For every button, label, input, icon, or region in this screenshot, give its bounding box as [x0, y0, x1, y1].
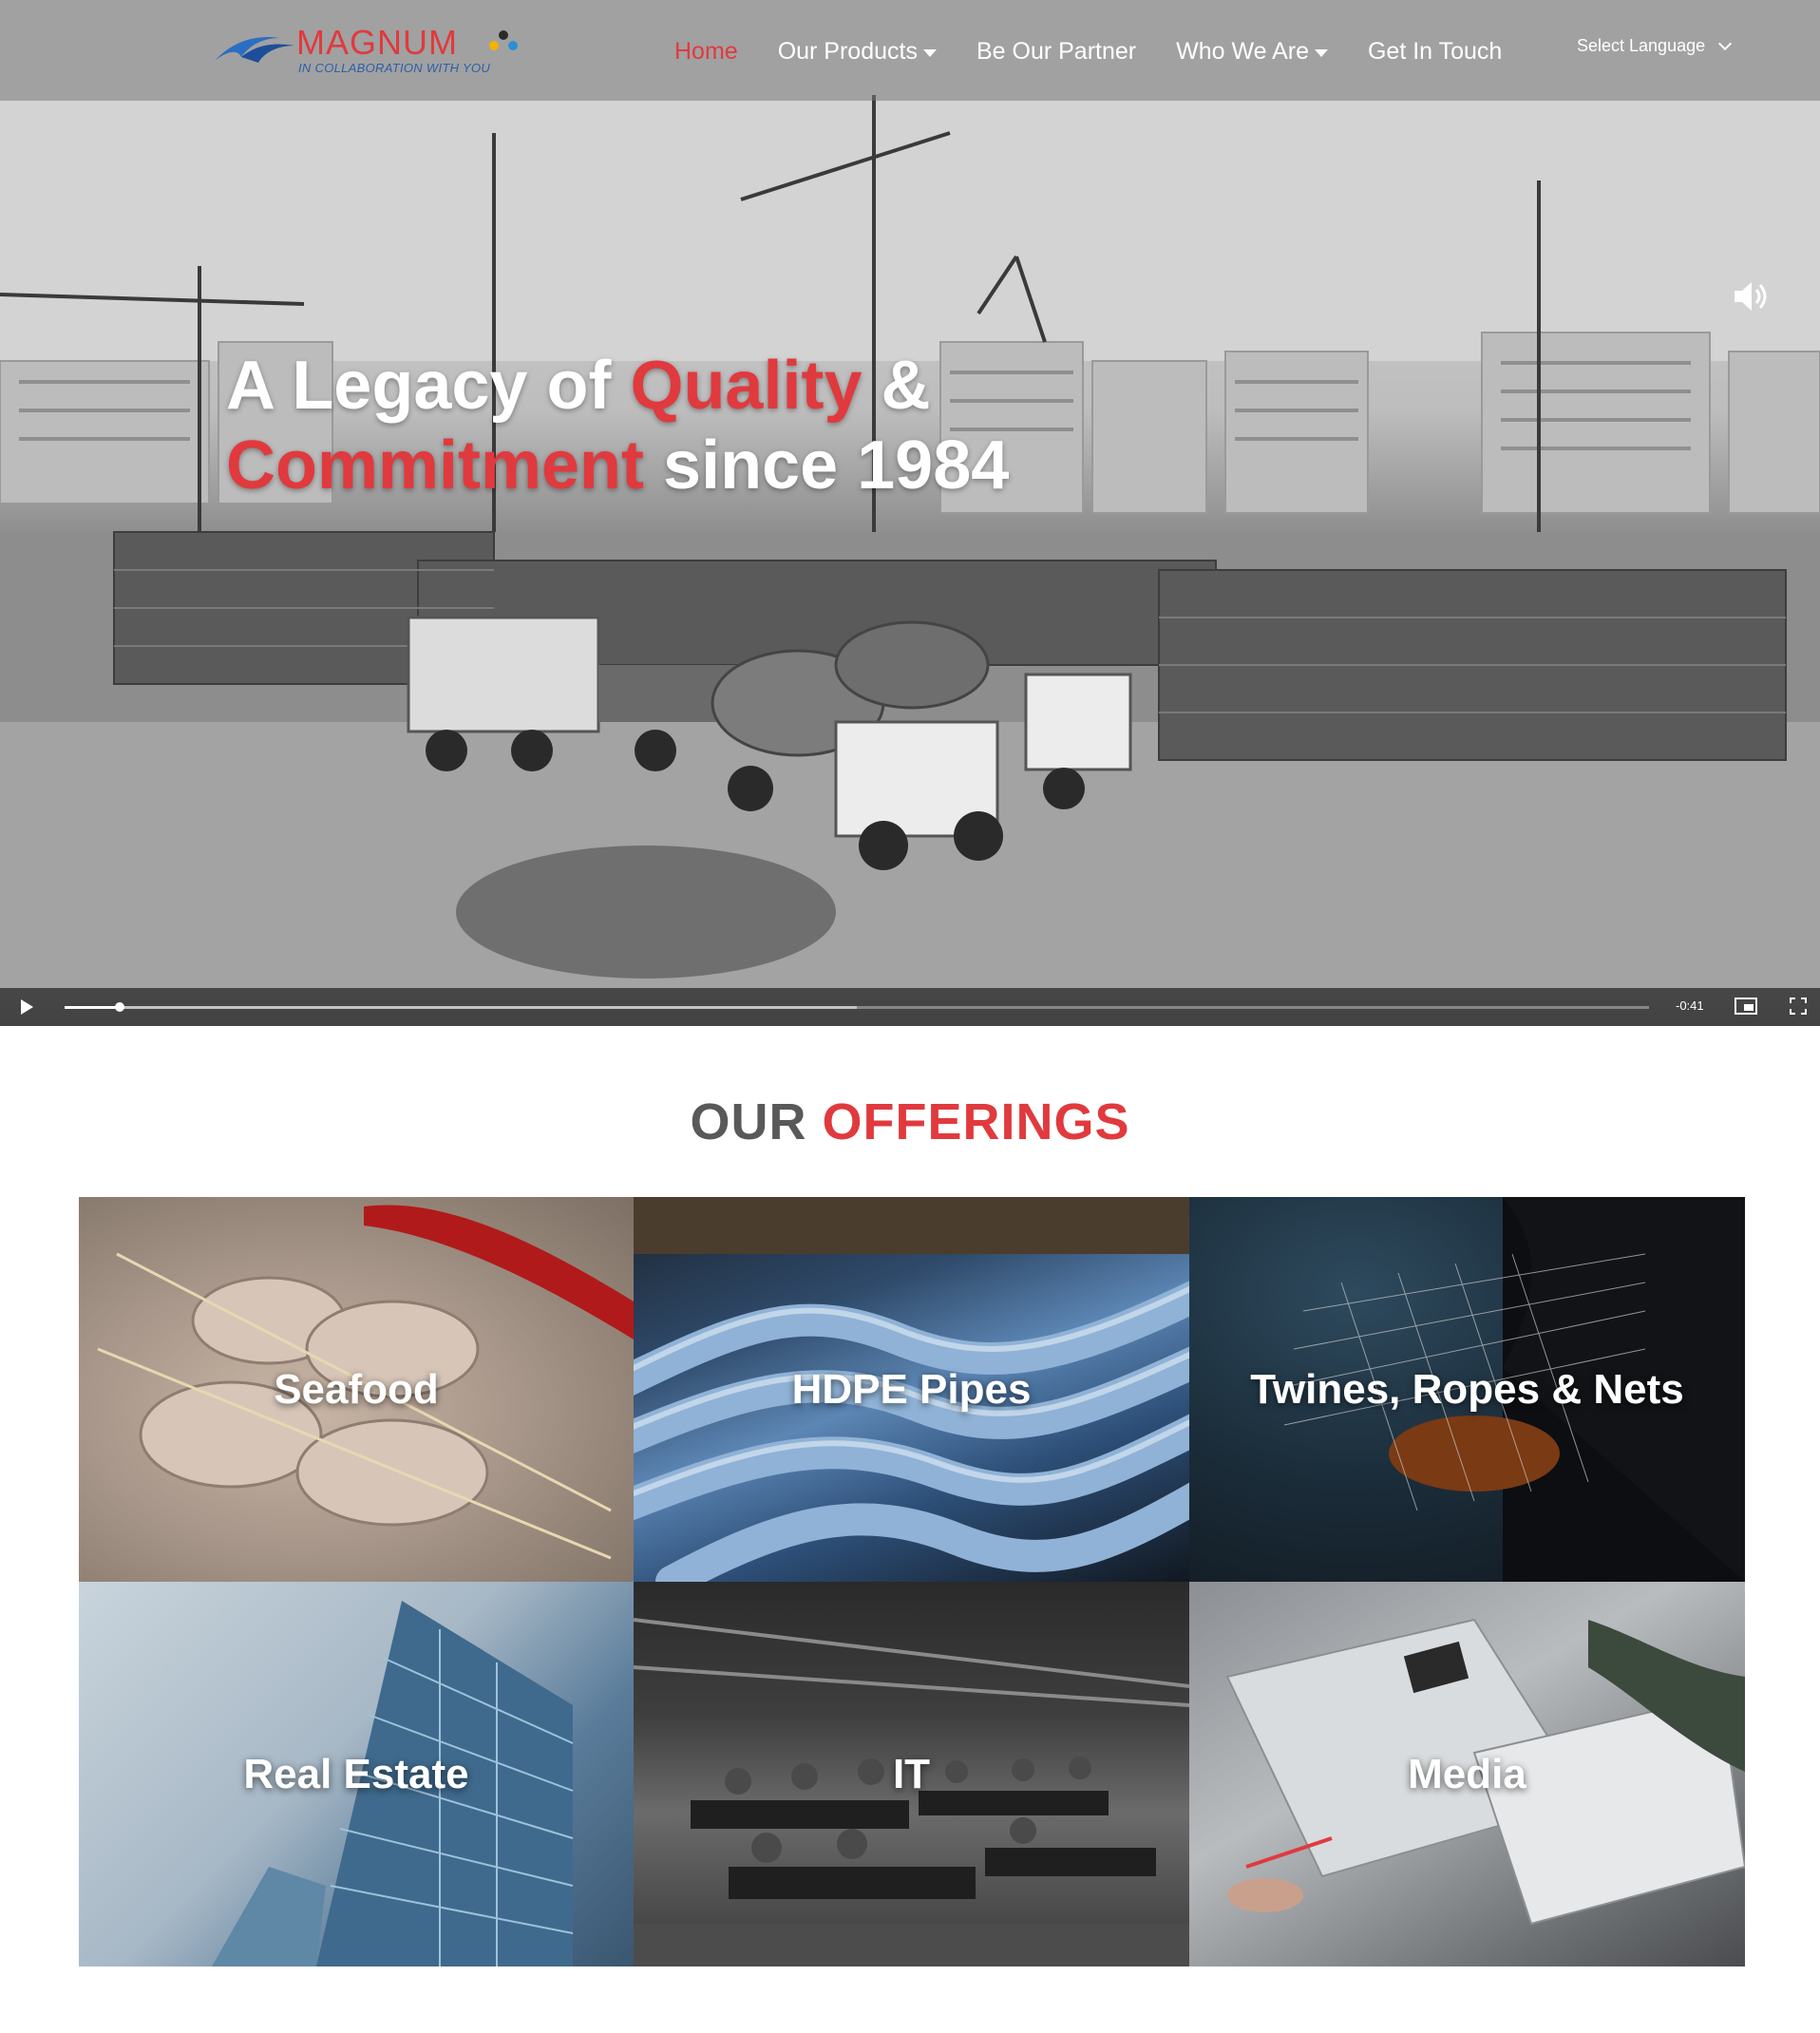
magnum-logo[interactable]: MAGNUM IN COLLABORATION WITH YOU	[213, 21, 526, 78]
headline-quality: Quality	[630, 348, 863, 424]
logo-tagline: IN COLLABORATION WITH YOU	[298, 61, 491, 75]
offering-tile-real-estate[interactable]: Real Estate	[79, 1582, 634, 1966]
headline-text-1: A Legacy of	[226, 348, 631, 424]
offering-label-it: IT	[892, 1750, 931, 1797]
headline-since: since 1984	[644, 428, 1010, 504]
construction-site-photo	[0, 0, 1820, 988]
nav-our-products[interactable]: Our Products	[778, 38, 937, 66]
offering-label-real-estate: Real Estate	[243, 1750, 469, 1797]
offerings-heading-our: OUR	[690, 1093, 807, 1150]
nav-who-we-are[interactable]: Who We Are	[1176, 38, 1328, 66]
volume-icon[interactable]	[1731, 276, 1773, 317]
nav-home[interactable]: Home	[674, 38, 738, 66]
offering-tile-media[interactable]: Media	[1189, 1582, 1745, 1966]
caret-down-icon	[1314, 49, 1328, 57]
headline-ampersand: &	[862, 348, 931, 424]
nav-our-products-label: Our Products	[777, 37, 918, 65]
logo-dots-icon	[489, 30, 518, 50]
nav-get-in-touch-label: Get In Touch	[1367, 37, 1503, 65]
hero-video[interactable]: MAGNUM IN COLLABORATION WITH YOU Home Ou…	[0, 0, 1820, 1026]
video-scrubber-handle[interactable]	[115, 1002, 125, 1012]
chevron-down-icon	[1718, 36, 1733, 50]
offering-label-hdpe-pipes: HDPE Pipes	[791, 1365, 1032, 1413]
headline-line-1: A Legacy of Quality &	[226, 346, 1009, 426]
video-buffer-bar	[65, 1006, 857, 1009]
offering-tile-seafood[interactable]: Seafood	[79, 1197, 634, 1582]
nav-be-our-partner[interactable]: Be Our Partner	[976, 38, 1136, 66]
swoosh-logo-icon	[215, 37, 294, 63]
video-time-remaining: -0:41	[1676, 998, 1704, 1013]
picture-in-picture-icon[interactable]	[1735, 998, 1757, 1015]
nav-who-we-are-label: Who We Are	[1176, 37, 1309, 65]
offering-label-media: Media	[1408, 1750, 1526, 1797]
video-controls: -0:41	[0, 988, 1820, 1026]
headline-line-2: Commitment since 1984	[226, 426, 1009, 505]
offering-tile-twines-ropes-nets[interactable]: Twines, Ropes & Nets	[1189, 1197, 1745, 1582]
language-select[interactable]: Select Language	[1577, 36, 1733, 56]
hero-headline: A Legacy of Quality & Commitment since 1…	[226, 346, 1009, 505]
nav-home-label: Home	[674, 37, 738, 65]
video-progress-bar[interactable]	[65, 1002, 1649, 1012]
fullscreen-icon[interactable]	[1790, 998, 1807, 1015]
headline-commitment: Commitment	[226, 428, 645, 504]
offerings-heading: OUR OFFERINGS	[0, 1092, 1820, 1151]
offering-tile-it[interactable]: IT	[634, 1582, 1189, 1966]
offering-tile-hdpe-pipes[interactable]: HDPE Pipes	[634, 1197, 1189, 1582]
top-navbar: MAGNUM IN COLLABORATION WITH YOU Home Ou…	[0, 0, 1820, 101]
offering-label-seafood: Seafood	[274, 1365, 439, 1413]
offering-label-twines-ropes-nets: Twines, Ropes & Nets	[1250, 1365, 1684, 1413]
language-select-label: Select Language	[1577, 36, 1706, 55]
nav-be-our-partner-label: Be Our Partner	[976, 37, 1137, 65]
logo-wordmark: MAGNUM	[296, 23, 458, 62]
main-nav: Home Our Products Be Our Partner Who We …	[674, 32, 1542, 70]
offerings-grid: Seafood HDPE Pipes Twines, Ropes & Nets …	[79, 1197, 1745, 1966]
video-progress-fill	[65, 1006, 121, 1009]
play-icon[interactable]	[21, 999, 33, 1015]
caret-down-icon	[922, 49, 937, 57]
offerings-heading-offerings: OFFERINGS	[822, 1093, 1130, 1150]
nav-get-in-touch[interactable]: Get In Touch	[1368, 38, 1502, 66]
